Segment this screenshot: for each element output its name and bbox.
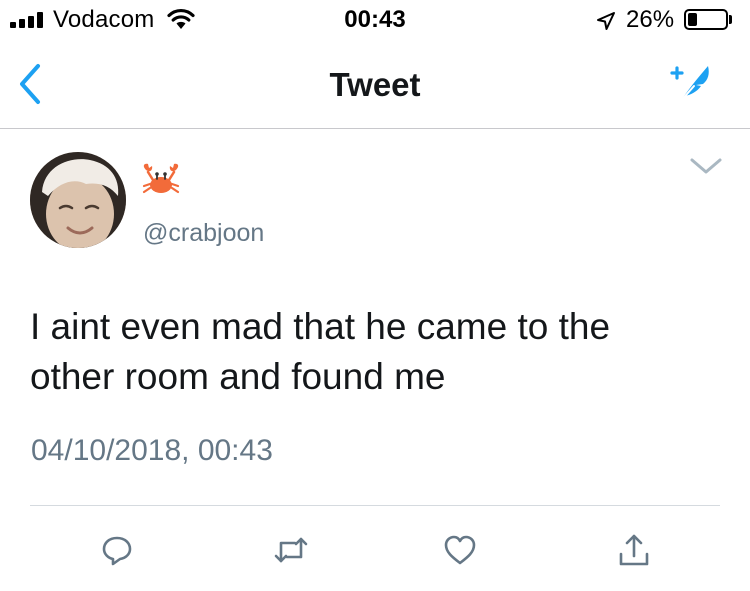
retweet-button[interactable]	[269, 528, 313, 572]
reply-button[interactable]	[95, 528, 139, 572]
location-arrow-icon	[596, 11, 616, 36]
crab-emoji	[140, 162, 182, 198]
reply-icon	[102, 536, 132, 566]
battery-level-fill	[688, 13, 697, 26]
tweet-menu-button[interactable]	[686, 150, 726, 180]
compose-tweet-button[interactable]	[664, 60, 720, 108]
battery-percent: 26%	[626, 6, 675, 33]
tweet-timestamp: 04/10/2018, 00:43	[31, 434, 273, 467]
user-handle[interactable]: @crabjoon	[143, 219, 264, 248]
heart-icon	[444, 535, 476, 565]
tweet-detail-screen: Vodacom 00:43 26% Tweet @crabjoon I aint…	[0, 0, 750, 591]
navigation-bar: Tweet	[0, 40, 750, 129]
page-title: Tweet	[329, 66, 421, 103]
status-bar: Vodacom 00:43 26%	[0, 0, 750, 40]
tweet-text: I aint even mad that he came to the othe…	[30, 306, 611, 397]
battery-cap	[729, 15, 732, 24]
share-icon	[619, 534, 649, 566]
compose-tweet-icon	[670, 66, 709, 103]
divider	[30, 505, 720, 506]
avatar[interactable]	[30, 152, 126, 248]
like-button[interactable]	[438, 528, 482, 572]
share-button[interactable]	[612, 528, 656, 572]
battery-icon	[684, 9, 728, 30]
retweet-icon	[274, 537, 308, 563]
chevron-down-icon	[690, 158, 722, 174]
avatar-photo	[30, 152, 126, 248]
